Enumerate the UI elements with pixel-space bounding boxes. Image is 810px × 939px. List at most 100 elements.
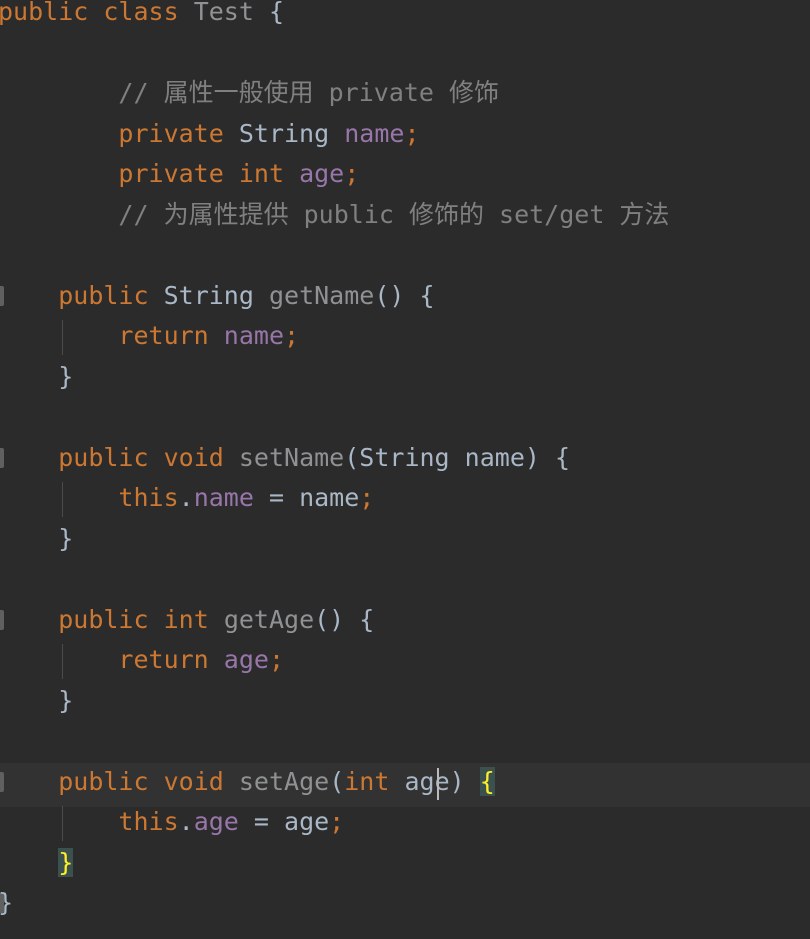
code-text-area[interactable]: public class Test { // 属性一般使用 private 修饰… [0,0,808,931]
code-token: ; [344,159,360,188]
code-line[interactable] [0,235,808,276]
code-token: ; [284,321,300,350]
code-token: Test [193,0,254,26]
code-line[interactable]: this.age = age; [0,802,808,843]
code-token: ; [404,118,420,148]
code-token: = [253,483,300,512]
code-token: name [193,483,254,512]
code-token: age [193,807,239,836]
code-token: public [58,604,149,634]
code-token: } [58,361,74,391]
code-token: { [479,766,495,796]
code-line[interactable] [0,397,808,438]
code-line[interactable]: // 属性一般使用 private 修饰 [0,73,808,114]
code-line[interactable]: public void setAge(int age) { [0,762,808,803]
code-token: } [58,685,74,715]
code-token: this [118,807,179,836]
code-line[interactable]: return age; [0,640,808,681]
code-line[interactable]: public void setName(String name) { [0,438,808,479]
code-line[interactable] [0,721,808,762]
code-token: name [344,118,405,148]
code-line[interactable]: return name; [0,316,808,357]
code-token: String [163,280,254,310]
code-token: { [359,604,375,634]
code-token: void [163,442,224,472]
code-token: this [118,483,179,512]
code-line[interactable]: } [0,357,808,398]
code-line[interactable]: private String name; [0,114,808,155]
code-token: private [118,159,224,188]
code-token: // 属性一般使用 private 修饰 [0,78,500,107]
code-token: int [163,604,209,634]
code-line[interactable]: } [0,843,808,884]
code-token: { [268,0,285,26]
code-token: setAge [238,766,330,796]
code-editor[interactable]: public class Test { // 属性一般使用 private 修饰… [0,0,810,939]
code-token: ) [524,442,540,472]
code-line[interactable]: // 为属性提供 public 修饰的 set/get 方法 [0,195,808,236]
code-token: } [0,888,13,917]
code-token: getName [268,280,375,310]
code-token: int [238,159,284,188]
code-token: { [419,280,435,310]
code-line[interactable]: public int getAge() { [0,600,808,641]
code-token: name [299,483,360,512]
code-line[interactable]: } [0,519,808,560]
code-line[interactable]: public String getName() { [0,276,808,317]
code-line[interactable]: } [0,883,808,924]
code-token: = [238,807,285,836]
text-caret [437,767,440,800]
code-token: public [0,0,89,26]
code-line[interactable] [0,559,808,600]
code-line[interactable] [0,33,808,74]
code-token: ( [329,766,345,796]
code-line[interactable]: private int age; [0,154,808,195]
code-token: public [58,766,149,796]
code-token: return [118,645,209,674]
code-token: String [359,442,450,472]
code-token: () [314,604,345,634]
code-token: age [299,159,345,188]
code-token: age [404,766,450,796]
code-token: void [163,766,224,796]
code-token: public [58,442,149,472]
code-token: } [58,847,74,877]
code-token: class [103,0,179,26]
code-token: ( [344,442,360,472]
code-token: setName [238,442,345,472]
code-line[interactable]: this.name = name; [0,478,808,519]
code-line[interactable]: } [0,681,808,722]
code-token: . [178,807,194,836]
code-line[interactable]: public class Test { [0,0,808,33]
code-token: { [555,442,571,472]
